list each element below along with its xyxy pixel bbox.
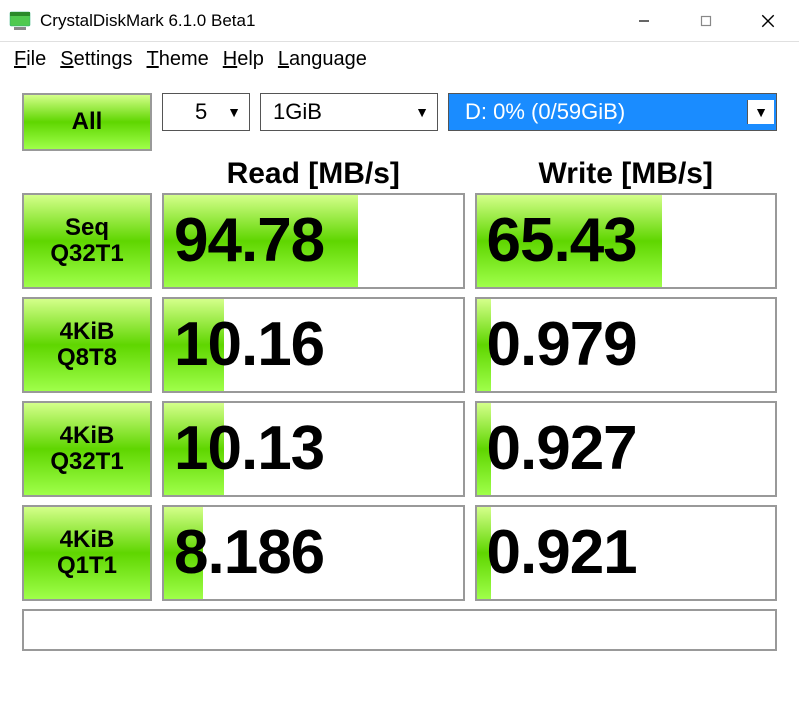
app-title: CrystalDiskMark 6.1.0 Beta1 <box>40 11 613 31</box>
read-value: 10.16 <box>174 314 324 376</box>
test-label-line1: 4KiB <box>60 319 115 345</box>
chevron-down-icon: ▼ <box>415 104 429 120</box>
write-header: Write [MB/s] <box>475 151 778 191</box>
chevron-down-icon: ▼ <box>227 104 241 120</box>
test-label-line1: 4KiB <box>60 423 115 449</box>
read-value-cell: 10.16 <box>162 297 465 393</box>
test-label-line1: Seq <box>65 215 109 241</box>
write-value-cell: 0.921 <box>475 505 778 601</box>
read-value: 8.186 <box>174 522 324 584</box>
menu-language[interactable]: Language <box>272 46 373 73</box>
test-label-line2: Q1T1 <box>57 553 117 579</box>
minimize-button[interactable] <box>613 0 675 41</box>
menu-file[interactable]: File <box>8 46 52 73</box>
menu-theme[interactable]: Theme <box>141 46 215 73</box>
read-value-cell: 8.186 <box>162 505 465 601</box>
titlebar: CrystalDiskMark 6.1.0 Beta1 <box>0 0 799 42</box>
run-all-label: All <box>72 108 103 136</box>
loops-select[interactable]: 5 ▼ <box>162 93 250 131</box>
maximize-button[interactable] <box>675 0 737 41</box>
read-value: 10.13 <box>174 418 324 480</box>
run-test-button[interactable]: Seq Q32T1 <box>22 193 152 289</box>
write-value: 0.921 <box>487 522 637 584</box>
test-row: 4KiB Q8T8 10.16 0.979 <box>22 297 777 393</box>
write-value: 0.927 <box>487 418 637 480</box>
test-label-line2: Q32T1 <box>50 241 123 267</box>
header-spacer <box>22 151 152 191</box>
chevron-down-icon: ▼ <box>747 100 774 124</box>
status-bar <box>22 609 777 651</box>
test-row: 4KiB Q1T1 8.186 0.921 <box>22 505 777 601</box>
app-icon <box>8 9 32 33</box>
test-row: 4KiB Q32T1 10.13 0.927 <box>22 401 777 497</box>
write-value: 65.43 <box>487 210 637 272</box>
run-test-button[interactable]: 4KiB Q8T8 <box>22 297 152 393</box>
read-value-cell: 94.78 <box>162 193 465 289</box>
close-button[interactable] <box>737 0 799 41</box>
write-value-cell: 0.979 <box>475 297 778 393</box>
test-label-line1: 4KiB <box>60 527 115 553</box>
write-value-cell: 0.927 <box>475 401 778 497</box>
drive-select[interactable]: D: 0% (0/59GiB) ▼ <box>448 93 777 131</box>
read-header: Read [MB/s] <box>162 151 465 191</box>
test-row: Seq Q32T1 94.78 65.43 <box>22 193 777 289</box>
loops-value: 5 <box>175 99 227 125</box>
drive-value: D: 0% (0/59GiB) <box>461 99 747 125</box>
menu-help[interactable]: Help <box>217 46 270 73</box>
test-size-select[interactable]: 1GiB ▼ <box>260 93 438 131</box>
read-value: 94.78 <box>174 210 324 272</box>
menubar: File Settings Theme Help Language <box>0 42 799 81</box>
read-value-cell: 10.13 <box>162 401 465 497</box>
test-label-line2: Q8T8 <box>57 345 117 371</box>
write-value: 0.979 <box>487 314 637 376</box>
run-test-button[interactable]: 4KiB Q32T1 <box>22 401 152 497</box>
test-size-value: 1GiB <box>273 99 415 125</box>
run-test-button[interactable]: 4KiB Q1T1 <box>22 505 152 601</box>
run-all-button[interactable]: All <box>22 93 152 151</box>
menu-settings[interactable]: Settings <box>54 46 138 73</box>
write-value-cell: 65.43 <box>475 193 778 289</box>
test-label-line2: Q32T1 <box>50 449 123 475</box>
